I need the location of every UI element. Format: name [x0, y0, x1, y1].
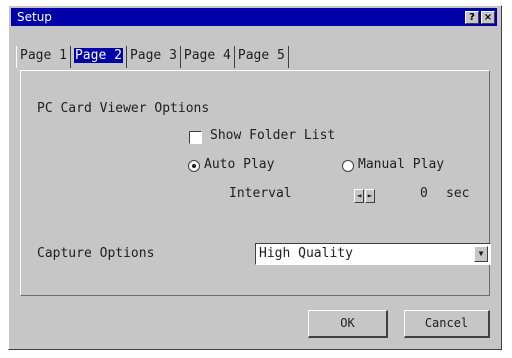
spin-left-icon[interactable]: ◄	[354, 189, 364, 203]
title-bar[interactable]: Setup ? ×	[11, 8, 497, 26]
tab-page-1[interactable]: Page 1	[16, 46, 71, 68]
spin-right-icon[interactable]: ►	[365, 189, 375, 203]
tab-strip: Page 1 Page 2 Page 3 Page 4 Page 5	[16, 46, 289, 70]
tab-page-2[interactable]: Page 2	[71, 46, 127, 68]
interval-unit: sec	[446, 186, 470, 201]
window-title: Setup	[17, 10, 52, 24]
capture-options-label: Capture Options	[37, 246, 155, 261]
show-folder-list-checkbox[interactable]	[189, 131, 202, 144]
capture-options-value: High Quality	[259, 246, 353, 261]
close-button[interactable]: ×	[481, 10, 495, 24]
tab-page-3[interactable]: Page 3	[127, 46, 181, 68]
manual-play-radio[interactable]	[342, 160, 354, 172]
help-button[interactable]: ?	[465, 10, 479, 24]
ok-button[interactable]: OK	[308, 310, 388, 338]
show-folder-list-label: Show Folder List	[210, 128, 336, 143]
auto-play-label: Auto Play	[204, 157, 275, 172]
interval-spinner[interactable]: ◄ ►	[354, 189, 375, 203]
capture-options-select[interactable]: High Quality ▼	[255, 243, 491, 265]
dropdown-arrow-icon[interactable]: ▼	[474, 246, 488, 262]
auto-play-radio[interactable]	[188, 160, 200, 172]
tab-page-4[interactable]: Page 4	[181, 46, 235, 68]
pc-card-section-label: PC Card Viewer Options	[37, 101, 210, 116]
cancel-button[interactable]: Cancel	[404, 310, 490, 338]
interval-label: Interval	[229, 186, 292, 201]
interval-value: 0	[420, 186, 428, 201]
manual-play-label: Manual Play	[358, 157, 445, 172]
tab-page-5[interactable]: Page 5	[235, 46, 289, 68]
